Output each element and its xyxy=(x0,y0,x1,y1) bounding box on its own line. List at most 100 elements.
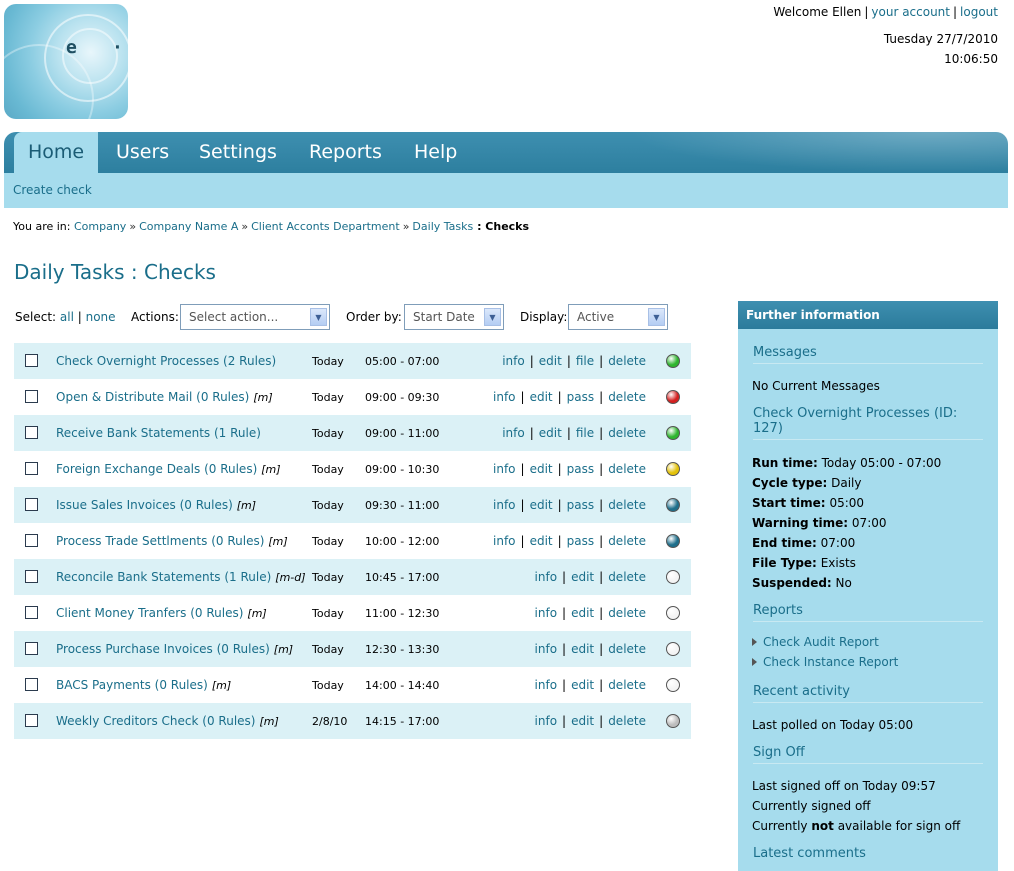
breadcrumb-daily-tasks[interactable]: Daily Tasks xyxy=(412,220,473,233)
status-dot-icon xyxy=(666,462,680,476)
row-action-link[interactable]: edit xyxy=(539,426,562,440)
row-action-link[interactable]: edit xyxy=(530,498,553,512)
tab-users[interactable]: Users xyxy=(102,132,183,173)
row-action-link[interactable]: pass xyxy=(567,498,594,512)
row-checkbox[interactable] xyxy=(25,606,38,619)
row-action-link[interactable]: delete xyxy=(608,570,646,584)
tasks-table: Check Overnight Processes (2 Rules) Today… xyxy=(14,343,691,739)
actions-value: Select action... xyxy=(189,310,279,324)
task-name-link[interactable]: Process Trade Settlments (0 Rules) xyxy=(56,534,264,548)
row-checkbox[interactable] xyxy=(25,498,38,511)
create-check-link[interactable]: Create check xyxy=(13,183,92,197)
breadcrumb-department[interactable]: Client Acconts Department xyxy=(251,220,400,233)
row-action-link[interactable]: edit xyxy=(571,606,594,620)
task-name-link[interactable]: Weekly Creditors Check (0 Rules) xyxy=(56,714,255,728)
task-day: Today xyxy=(312,571,344,584)
task-name-link[interactable]: Receive Bank Statements (1 Rule) xyxy=(56,426,261,440)
row-action-link[interactable]: edit xyxy=(571,642,594,656)
select-all-link[interactable]: all xyxy=(60,310,74,324)
row-action-link[interactable]: delete xyxy=(608,426,646,440)
row-action-link[interactable]: file xyxy=(576,426,594,440)
breadcrumb-company[interactable]: Company xyxy=(74,220,126,233)
display-select[interactable]: Active ▼ xyxy=(568,304,668,330)
your-account-link[interactable]: your account xyxy=(871,5,950,19)
row-action-link[interactable]: info xyxy=(535,606,558,620)
row-action-link[interactable]: delete xyxy=(608,714,646,728)
row-action-link[interactable]: delete xyxy=(608,390,646,404)
row-action-link[interactable]: info xyxy=(502,426,525,440)
task-name-link[interactable]: Open & Distribute Mail (0 Rules) xyxy=(56,390,249,404)
row-action-link[interactable]: delete xyxy=(608,498,646,512)
select-none-link[interactable]: none xyxy=(86,310,116,324)
table-row: Issue Sales Invoices (0 Rules) [m] Today 09… xyxy=(14,487,691,523)
actions-select[interactable]: Select action... ▼ xyxy=(180,304,330,330)
row-action-link[interactable]: edit xyxy=(571,678,594,692)
row-actions: info | edit | file | delete xyxy=(502,426,646,440)
row-checkbox[interactable] xyxy=(25,354,38,367)
row-action-link[interactable]: info xyxy=(493,390,516,404)
task-flag: [m-d] xyxy=(275,571,306,584)
tab-settings[interactable]: Settings xyxy=(185,132,291,173)
row-checkbox[interactable] xyxy=(25,642,38,655)
row-action-link[interactable]: info xyxy=(493,498,516,512)
row-checkbox[interactable] xyxy=(25,426,38,439)
task-name-link[interactable]: Foreign Exchange Deals (0 Rules) xyxy=(56,462,257,476)
tab-help[interactable]: Help xyxy=(400,132,471,173)
row-action-link[interactable]: edit xyxy=(530,534,553,548)
check-instance-report-link[interactable]: Check Instance Report xyxy=(752,655,898,669)
row-action-link[interactable]: pass xyxy=(567,390,594,404)
row-checkbox[interactable] xyxy=(25,534,38,547)
row-checkbox[interactable] xyxy=(25,678,38,691)
row-checkbox[interactable] xyxy=(25,390,38,403)
row-action-link[interactable]: delete xyxy=(608,606,646,620)
tab-reports[interactable]: Reports xyxy=(295,132,396,173)
tab-home[interactable]: Home xyxy=(14,132,99,173)
task-name-link[interactable]: Reconcile Bank Statements (1 Rule) xyxy=(56,570,271,584)
logo-brand-a: e xyxy=(66,37,78,58)
row-action-link[interactable]: delete xyxy=(608,462,646,476)
row-action-link[interactable]: info xyxy=(493,462,516,476)
task-name-link[interactable]: Client Money Tranfers (0 Rules) xyxy=(56,606,243,620)
task-name-link[interactable]: Check Overnight Processes (2 Rules) xyxy=(56,354,276,368)
row-action-link[interactable]: delete xyxy=(608,534,646,548)
row-checkbox[interactable] xyxy=(25,570,38,583)
row-actions: info | edit | pass | delete xyxy=(493,390,646,404)
row-actions: info | edit | file | delete xyxy=(502,354,646,368)
row-action-link[interactable]: delete xyxy=(608,354,646,368)
row-action-link[interactable]: edit xyxy=(571,714,594,728)
row-actions: info | edit | pass | delete xyxy=(493,462,646,476)
task-name-link[interactable]: BACS Payments (0 Rules) xyxy=(56,678,208,692)
row-action-link[interactable]: info xyxy=(502,354,525,368)
row-checkbox[interactable] xyxy=(25,714,38,727)
row-action-link[interactable]: edit xyxy=(539,354,562,368)
task-day: 2/8/10 xyxy=(312,715,348,728)
task-name-link[interactable]: Issue Sales Invoices (0 Rules) xyxy=(56,498,233,512)
row-action-link[interactable]: info xyxy=(493,534,516,548)
task-time-range: 09:00 - 10:30 xyxy=(365,463,440,476)
detail-line: File Type: Exists xyxy=(752,556,856,570)
task-name-link[interactable]: Process Purchase Invoices (0 Rules) xyxy=(56,642,270,656)
breadcrumb-company-name[interactable]: Company Name A xyxy=(139,220,238,233)
row-action-link[interactable]: info xyxy=(535,642,558,656)
logout-link[interactable]: logout xyxy=(960,5,998,19)
row-action-link[interactable]: file xyxy=(576,354,594,368)
row-action-link[interactable]: info xyxy=(535,678,558,692)
row-action-link[interactable]: delete xyxy=(608,642,646,656)
check-audit-report-link[interactable]: Check Audit Report xyxy=(752,635,879,649)
row-action-link[interactable]: info xyxy=(535,714,558,728)
row-checkbox[interactable] xyxy=(25,462,38,475)
row-action-link[interactable]: pass xyxy=(567,534,594,548)
row-action-link[interactable]: info xyxy=(535,570,558,584)
row-action-link[interactable]: edit xyxy=(530,390,553,404)
panel-heading: Further information xyxy=(738,301,998,329)
task-flag: [m] xyxy=(253,391,273,404)
row-action-link[interactable]: edit xyxy=(571,570,594,584)
task-day: Today xyxy=(312,535,344,548)
row-action-link[interactable]: delete xyxy=(608,678,646,692)
order-value: Start Date xyxy=(413,310,475,324)
table-row: BACS Payments (0 Rules) [m] Today 14:00 - 1… xyxy=(14,667,691,703)
row-action-link[interactable]: edit xyxy=(530,462,553,476)
task-day: Today xyxy=(312,643,344,656)
row-action-link[interactable]: pass xyxy=(567,462,594,476)
order-select[interactable]: Start Date ▼ xyxy=(404,304,504,330)
